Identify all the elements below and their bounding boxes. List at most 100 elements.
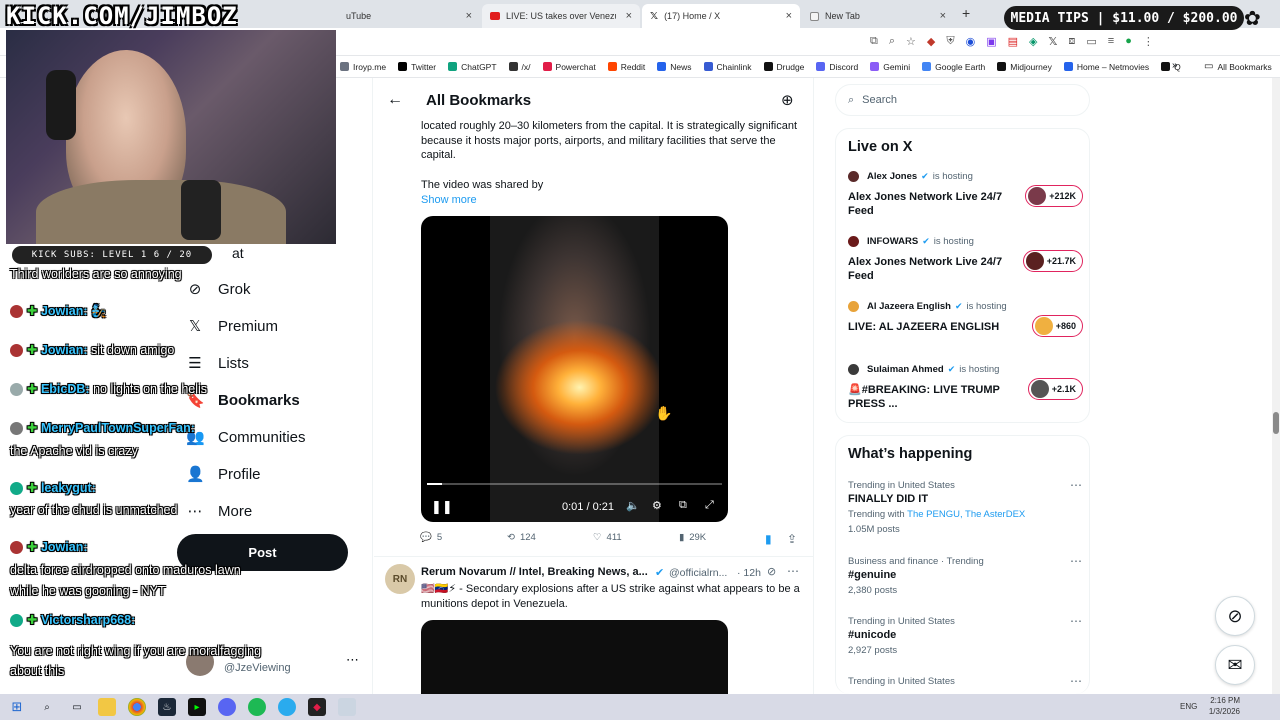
live-listener-badge[interactable]: +21.7K	[1022, 250, 1083, 272]
chat-username[interactable]: Jowian:	[41, 540, 88, 554]
post-time[interactable]: · 12h	[737, 567, 761, 579]
language-indicator[interactable]: ENG	[1180, 702, 1197, 711]
sidebar-item-profile[interactable]: 👤 Profile	[186, 462, 261, 486]
show-more-link[interactable]: Show more	[421, 193, 477, 208]
app-icon[interactable]	[338, 698, 356, 716]
share-icon[interactable]: ⇪	[787, 532, 797, 546]
scrollbar-thumb[interactable]	[1273, 412, 1279, 434]
scrollbar[interactable]	[1272, 78, 1280, 694]
discord-icon[interactable]	[218, 698, 236, 716]
install-icon[interactable]: ⧉	[870, 35, 878, 48]
chrome-icon[interactable]	[128, 698, 146, 716]
steam-icon[interactable]: ♨	[158, 698, 176, 716]
trend-item[interactable]: Trending in United States ⋯ #unicode 2,927 …	[848, 614, 1083, 656]
video-player[interactable]: ❚❚ 0:01 / 0:21 🔈 ⚙ ⧉ ⤢	[421, 216, 728, 522]
video-player[interactable]	[421, 620, 728, 694]
star-icon[interactable]: ☆	[906, 35, 916, 48]
extension-icon[interactable]: ◆	[927, 35, 935, 48]
profile-avatar-icon[interactable]: ●	[1125, 35, 1132, 48]
more-icon[interactable]: ⋯	[1070, 554, 1083, 568]
chat-username[interactable]: Jowian:	[41, 304, 88, 318]
sidebar-item-premium[interactable]: 𝕏 Premium	[186, 314, 278, 338]
grok-fab[interactable]: ⊘	[1215, 596, 1255, 636]
more-icon[interactable]: ⋯	[1070, 478, 1083, 492]
kebab-menu-icon[interactable]: ⋮	[1143, 35, 1154, 48]
trending-with-links[interactable]: The PENGU, The AsterDEX	[907, 509, 1025, 520]
search-box[interactable]: ⌕ Search	[835, 84, 1090, 116]
zoom-icon[interactable]: ⌕	[889, 35, 895, 48]
telegram-icon[interactable]	[278, 698, 296, 716]
puzzle-icon[interactable]: ⧈	[1068, 35, 1075, 48]
close-icon[interactable]: ×	[940, 10, 946, 22]
video-progress-track[interactable]	[427, 483, 722, 485]
chevron-right-icon[interactable]: »	[1172, 60, 1178, 71]
volume-icon[interactable]: 🔈	[626, 499, 640, 512]
close-icon[interactable]: ×	[626, 10, 632, 22]
tab-live-venezuela[interactable]: LIVE: US takes over Venezuela a ×	[482, 4, 640, 28]
live-item[interactable]: INFOWARS ✔ is hosting Alex Jones Network Li…	[848, 236, 1083, 296]
grok-icon[interactable]: ⊘	[767, 565, 776, 578]
live-item[interactable]: Al Jazeera English ✔ is hosting LIVE: AL JA…	[848, 301, 1083, 361]
live-item[interactable]: Sulaiman Ahmed ✔ is hosting 🚨#BREAKING: LIV…	[848, 364, 1083, 424]
fullscreen-icon[interactable]: ⤢	[705, 499, 714, 512]
bookmark-item[interactable]: Midjourney	[997, 62, 1052, 72]
bookmark-item[interactable]: ChatGPT	[448, 62, 497, 72]
all-bookmarks-folder[interactable]: ▭ All Bookmarks	[1204, 61, 1272, 72]
bookmark-item[interactable]: Powerchat	[542, 62, 596, 72]
file-explorer-icon[interactable]	[98, 698, 116, 716]
trend-item[interactable]: Business and finance · Trending ⋯ #genuine…	[848, 554, 1083, 596]
task-view-icon[interactable]: ▭	[68, 698, 86, 716]
more-icon[interactable]: ⋯	[787, 564, 799, 578]
new-tab-button[interactable]: +	[962, 5, 970, 21]
bookmark-item[interactable]: Reddit	[607, 62, 645, 72]
windows-start-icon[interactable]: ⊞	[8, 698, 26, 716]
account-menu-icon[interactable]: ⋯	[346, 652, 359, 668]
sidebar-item-communities[interactable]: 👥 Communities	[186, 425, 306, 449]
bookmark-item[interactable]: Gemini	[870, 62, 910, 72]
bookmark-item[interactable]: Google Earth	[922, 62, 985, 72]
chat-username[interactable]: Jowian:	[41, 343, 88, 357]
trend-item[interactable]: Trending in United States ⋯	[848, 674, 1083, 691]
avatar[interactable]: RN	[385, 564, 415, 594]
chat-username[interactable]: MerryPaulTownSuperFan:	[41, 421, 195, 435]
tab-youtube[interactable]: uTube ×	[338, 4, 480, 28]
add-bookmark-folder-icon[interactable]: ⊕	[781, 91, 794, 109]
like-button[interactable]: ♡ 411	[593, 532, 622, 543]
live-listener-badge[interactable]: +860	[1031, 315, 1083, 337]
chat-username[interactable]: leakygut:	[41, 481, 96, 495]
extension-icon[interactable]: ◉	[966, 35, 976, 48]
search-input[interactable]: Search	[862, 94, 897, 106]
bookmark-item[interactable]: Twitter	[398, 62, 436, 72]
chat-username[interactable]: Victorsharp668:	[41, 613, 135, 627]
bookmark-item[interactable]: Chainlink	[703, 62, 752, 72]
sidebar-item-more[interactable]: ⋯ More	[186, 499, 253, 523]
extension-icon[interactable]: ◈	[1029, 35, 1037, 48]
post-handle[interactable]: @officialrn...	[669, 567, 727, 579]
search-icon[interactable]: ⌕	[38, 698, 56, 716]
sidebar-item-lists[interactable]: ☰ Lists	[186, 351, 249, 375]
views-button[interactable]: ▮ 29K	[679, 532, 706, 543]
bookmark-item[interactable]: Discord	[816, 62, 858, 72]
post-author[interactable]: Rerum Novarum // Intel, Breaking News, a…	[421, 566, 648, 578]
bookmark-item[interactable]: Home – Netmovies	[1063, 62, 1149, 72]
live-listener-badge[interactable]: +212K	[1025, 185, 1083, 207]
clock-date[interactable]: 1/3/2026	[1206, 707, 1240, 716]
bookmark-item[interactable]: News	[657, 62, 692, 72]
sidebar-item-chat-partial[interactable]: at	[232, 245, 244, 261]
terminal-icon[interactable]: ▸	[188, 698, 206, 716]
settings-icon[interactable]: ⚙	[652, 499, 662, 512]
more-icon[interactable]: ⋯	[1070, 614, 1083, 628]
trend-item[interactable]: Trending in United States ⋯ FINALLY DID IT…	[848, 478, 1083, 535]
bookmark-item[interactable]: Iroyp.me	[340, 62, 386, 72]
extension-icon[interactable]: ▣	[986, 35, 996, 48]
menu-icon[interactable]: ≡	[1108, 35, 1114, 48]
messages-fab[interactable]: ✉	[1215, 645, 1255, 685]
close-icon[interactable]: ×	[466, 10, 472, 22]
tab-new-tab[interactable]: New Tab ×	[802, 4, 954, 28]
tab-x-home[interactable]: 𝕏 (17) Home / X ×	[642, 4, 800, 28]
extension-icon[interactable]: ▤	[1008, 35, 1018, 48]
sidepanel-icon[interactable]: ▭	[1086, 35, 1096, 48]
close-icon[interactable]: ×	[786, 10, 792, 22]
more-icon[interactable]: ⋯	[1070, 674, 1083, 688]
bookmark-item[interactable]: /x/	[508, 62, 531, 72]
